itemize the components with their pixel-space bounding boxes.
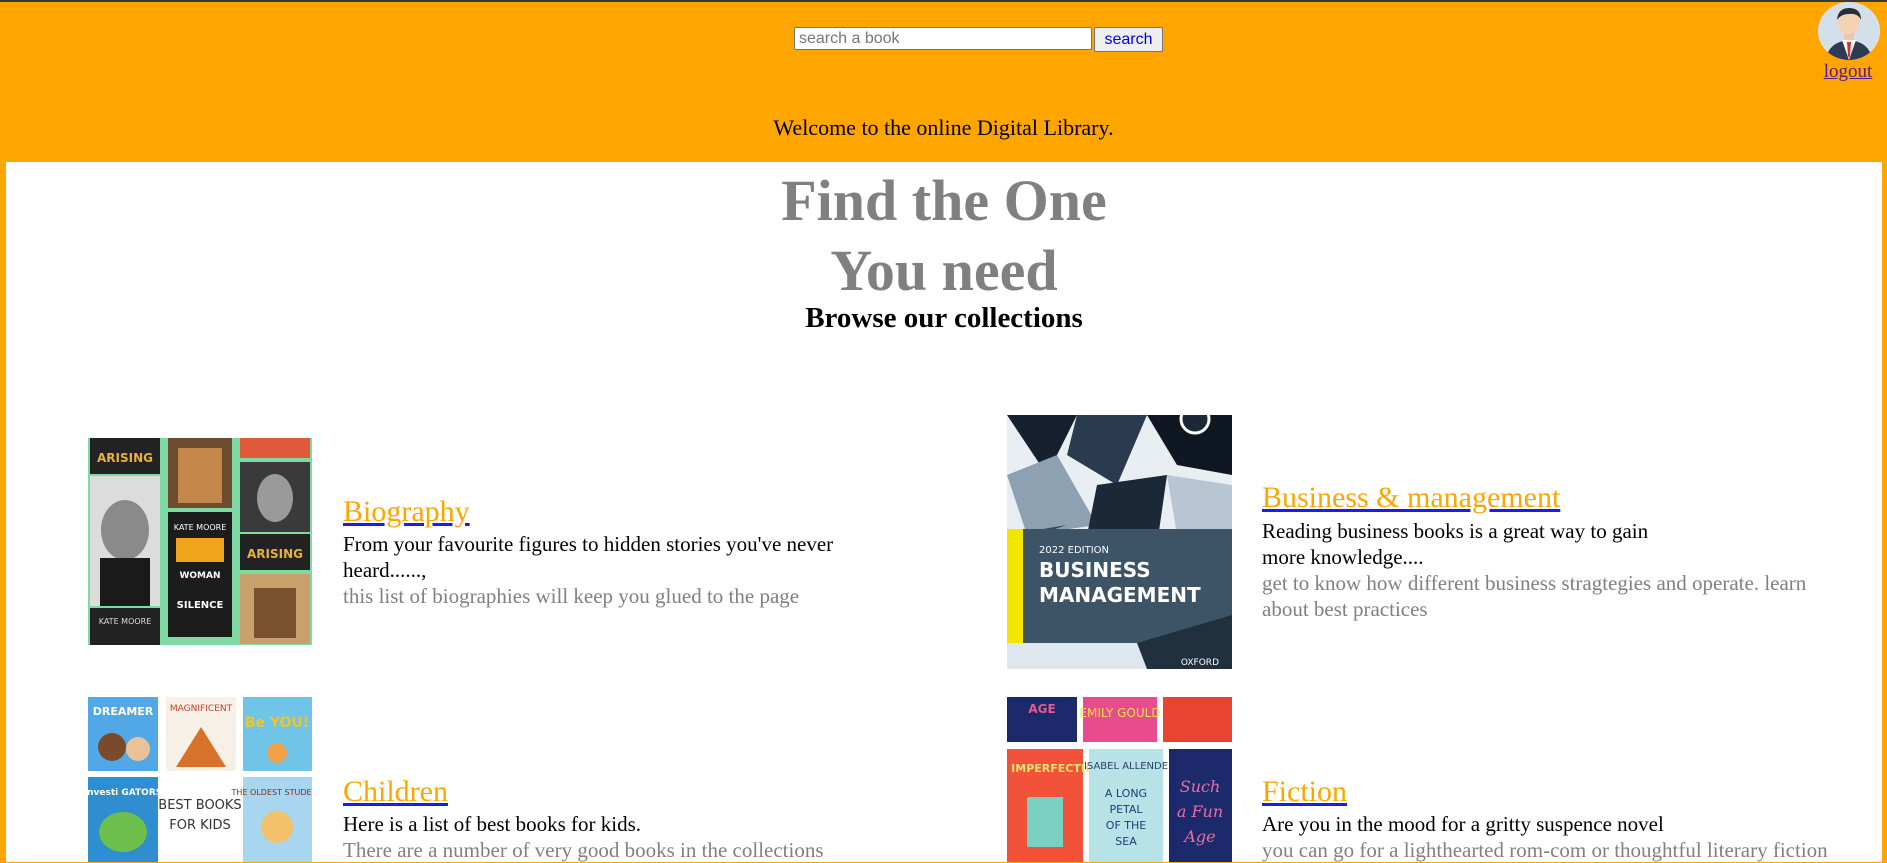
cover-text-age: AGE bbox=[1028, 702, 1055, 716]
main-content: Find the One You need Browse our collect… bbox=[6, 162, 1882, 862]
search-button[interactable]: search bbox=[1094, 27, 1163, 52]
biography-subtext: this list of biographies will keep you g… bbox=[343, 584, 800, 608]
cover-text-management: MANAGEMENT bbox=[1039, 583, 1201, 607]
hero-title-line1: Find the One bbox=[781, 168, 1107, 233]
cover-text-oxford: OXFORD bbox=[1181, 658, 1219, 668]
cover-text-beyou: Be YOU! bbox=[245, 715, 309, 731]
cover-text-business-edition: 2022 EDITION bbox=[1039, 545, 1109, 556]
cover-text-investigators: Investi GATORS bbox=[88, 788, 162, 798]
svg-text:SILENCE: SILENCE bbox=[177, 600, 224, 611]
fiction-subtext: you can go for a lighthearted rom-com or… bbox=[1262, 838, 1828, 862]
svg-text:WOMAN: WOMAN bbox=[179, 571, 220, 581]
hero-title: Find the One You need bbox=[6, 166, 1882, 306]
svg-text:ARISING: ARISING bbox=[247, 547, 303, 561]
svg-text:OF THE: OF THE bbox=[1106, 819, 1146, 832]
logout-link[interactable]: logout bbox=[1816, 61, 1880, 83]
cover-text-2: KATE MOORE bbox=[99, 617, 152, 626]
cover-text-emily-gould: EMILY GOULD bbox=[1079, 706, 1160, 720]
svg-text:a Fun: a Fun bbox=[1177, 802, 1223, 821]
business-cover-image[interactable]: 2022 EDITION BUSINESS MANAGEMENT OXFORD bbox=[1007, 415, 1232, 669]
svg-text:PETAL: PETAL bbox=[1109, 803, 1143, 816]
children-description: Here is a list of best books for kids. bbox=[343, 812, 642, 836]
business-subtext: get to know how different business strag… bbox=[1262, 571, 1807, 621]
children-link[interactable]: Children bbox=[343, 775, 448, 809]
cover-text-oldest-student: THE OLDEST STUDENT bbox=[231, 788, 312, 797]
svg-text:A LONG: A LONG bbox=[1105, 787, 1147, 800]
children-cover-image[interactable]: DREAMER MAGNIFICENT Be YOU! Investi GATO… bbox=[88, 697, 312, 862]
svg-text:Such: Such bbox=[1180, 777, 1221, 796]
search-input[interactable] bbox=[794, 27, 1092, 50]
business-description: Reading business books is a great way to… bbox=[1262, 519, 1649, 569]
browse-heading: Browse our collections bbox=[805, 302, 1083, 334]
welcome-message: Welcome to the online Digital Library. bbox=[773, 115, 1114, 140]
fiction-description: Are you in the mood for a gritty suspenc… bbox=[1262, 812, 1664, 836]
cover-text-1: ARISING bbox=[97, 451, 153, 465]
svg-text:SEA: SEA bbox=[1115, 835, 1137, 848]
svg-text:Age: Age bbox=[1182, 827, 1215, 846]
svg-text:BEST BOOKS: BEST BOOKS bbox=[158, 798, 241, 813]
svg-text:FOR KIDS: FOR KIDS bbox=[169, 818, 231, 833]
hero-title-line2: You need bbox=[830, 238, 1058, 303]
cover-text-magnificent: MAGNIFICENT bbox=[170, 704, 233, 714]
biography-description: From your favourite figures to hidden st… bbox=[343, 532, 834, 582]
site-header: search logout Welcome to the online Digi… bbox=[0, 2, 1887, 162]
biography-link[interactable]: Biography bbox=[343, 495, 470, 529]
svg-text:KATE MOORE: KATE MOORE bbox=[174, 523, 227, 532]
cover-text-business: BUSINESS bbox=[1039, 558, 1151, 582]
user-avatar-icon[interactable] bbox=[1818, 2, 1880, 60]
fiction-link[interactable]: Fiction bbox=[1262, 775, 1347, 809]
business-management-link[interactable]: Business & management bbox=[1262, 481, 1560, 515]
children-subtext: There are a number of very good books in… bbox=[343, 838, 824, 862]
cover-text-isabel-allende: ISABEL ALLENDE bbox=[1084, 761, 1168, 772]
cover-text-dreamer: DREAMER bbox=[93, 705, 154, 718]
biography-cover-image[interactable]: ARISING KATE MOORE KATE MOORE WOMAN SILE… bbox=[88, 438, 312, 645]
fiction-cover-image[interactable]: AGE EMILY GOULD TINY IMPERFECTIONS ISABE… bbox=[1007, 697, 1232, 862]
